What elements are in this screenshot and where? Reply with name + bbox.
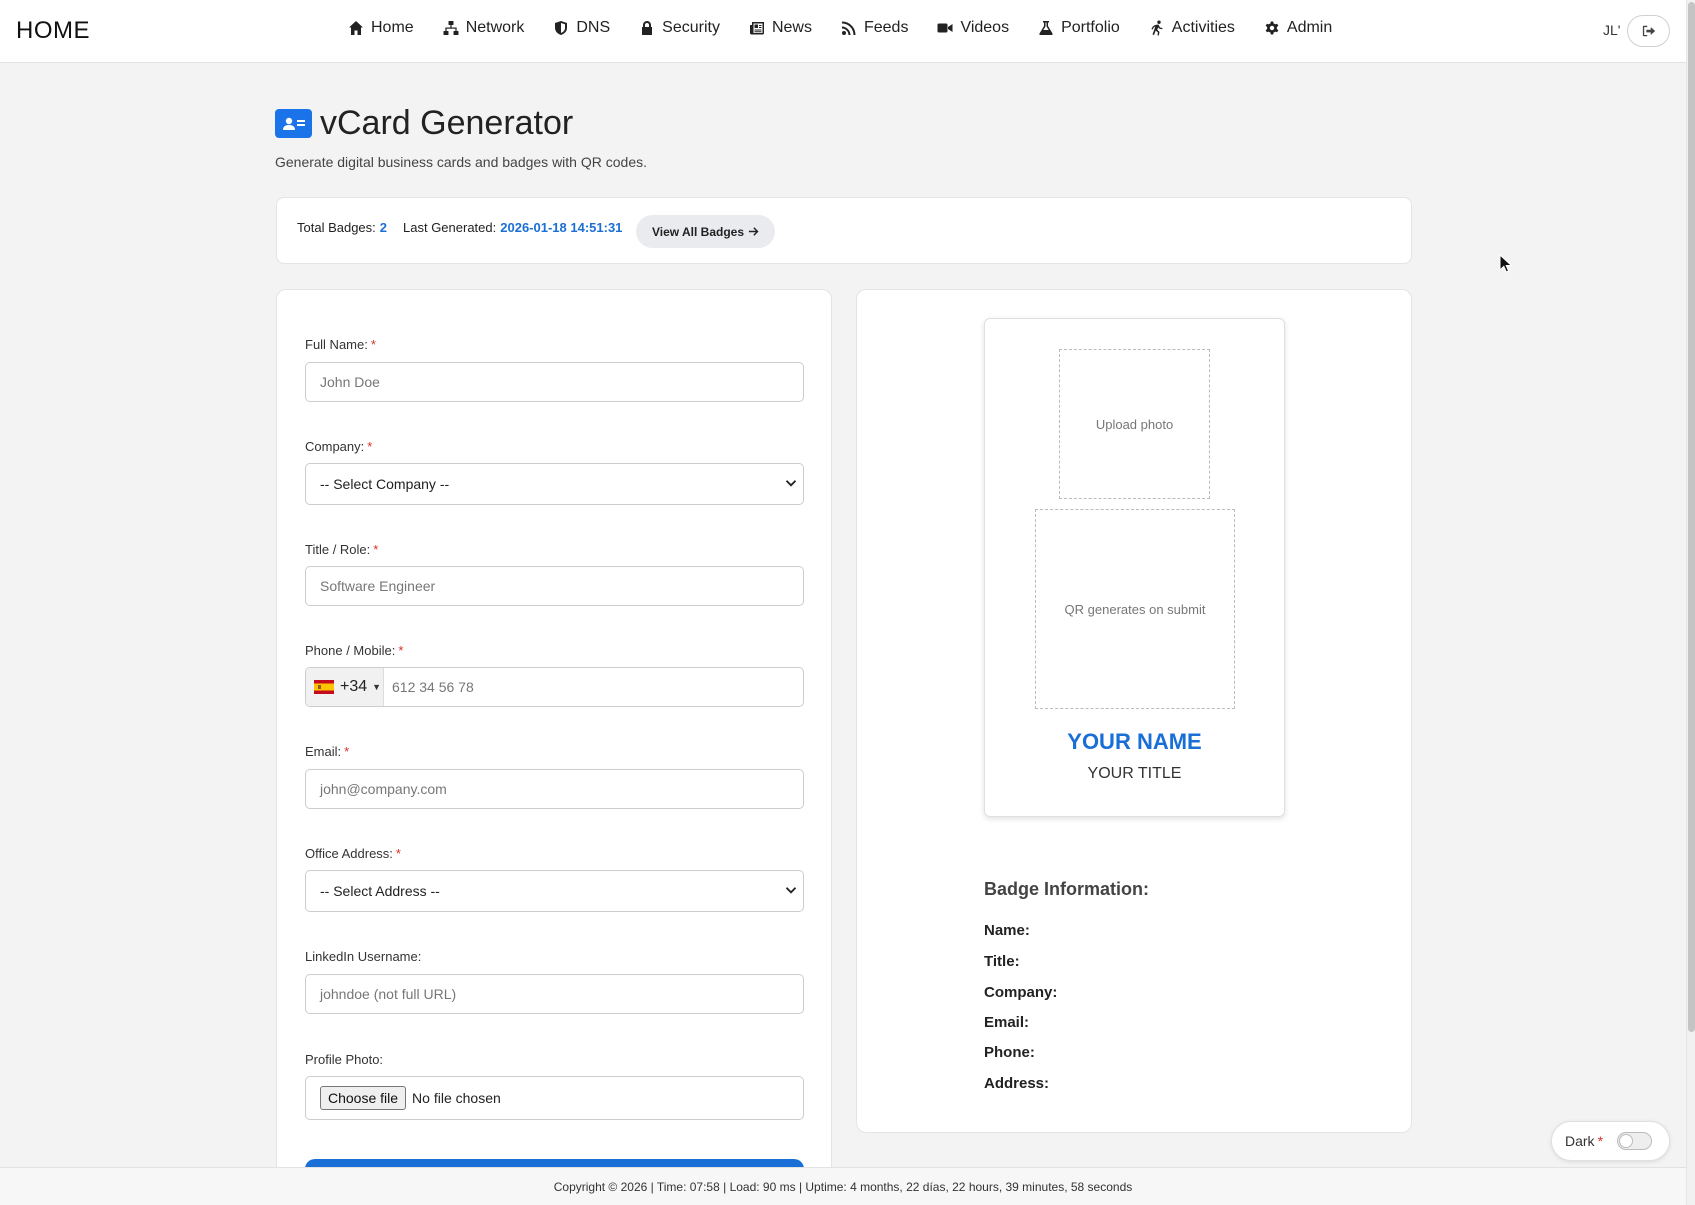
- spain-flag-icon: [314, 680, 334, 694]
- rss-icon: [840, 19, 858, 37]
- page-scrollbar[interactable]: [1686, 0, 1695, 1205]
- logout-button[interactable]: [1627, 15, 1670, 47]
- company-select[interactable]: -- Select Company --: [305, 463, 804, 505]
- country-code-selector[interactable]: +34 ▼: [306, 668, 384, 706]
- dark-mode-label: Dark: [1565, 1133, 1595, 1149]
- title-label: Title / Role: *: [305, 542, 379, 557]
- file-status: No file chosen: [412, 1090, 501, 1106]
- phone-field: +34 ▼ 612 34 56 78: [305, 667, 804, 707]
- title-input[interactable]: Software Engineer: [305, 566, 804, 606]
- info-address: Address:: [984, 1075, 1050, 1092]
- full-name-label: Full Name: *: [305, 337, 376, 352]
- nav-admin-label: Admin: [1286, 19, 1333, 36]
- choose-file-button[interactable]: Choose file: [320, 1086, 407, 1110]
- running-icon: [1148, 19, 1166, 37]
- sign-out-icon: [1642, 24, 1656, 38]
- mouse-cursor-icon: [1499, 254, 1513, 273]
- arrow-right-icon: [748, 226, 759, 237]
- full-name-input[interactable]: John Doe: [305, 362, 804, 402]
- nav-news[interactable]: News: [748, 19, 812, 37]
- chevron-down-icon: [785, 476, 797, 492]
- nav-feeds-label: Feeds: [863, 19, 909, 36]
- switch-knob: [1619, 1134, 1634, 1148]
- company-select-value: -- Select Company --: [320, 476, 450, 492]
- nav-security-label: Security: [662, 19, 720, 36]
- page-footer: Copyright © 2026 | Time: 07:58 | Load: 9…: [0, 1167, 1686, 1205]
- nav-activities[interactable]: Activities: [1148, 19, 1235, 37]
- nav-dns[interactable]: DNS: [552, 19, 610, 37]
- stats-row: Total Badges: 2 Last Generated: 2026-01-…: [297, 220, 622, 235]
- linkedin-input[interactable]: johndoe (not full URL): [305, 974, 804, 1014]
- caret-down-icon: ▼: [372, 682, 382, 692]
- page-subtitle: Generate digital business cards and badg…: [275, 154, 647, 170]
- user-initials[interactable]: JL': [1603, 22, 1620, 38]
- page-header: vCard Generator: [275, 104, 573, 143]
- network-icon: [442, 19, 460, 37]
- badge-title: YOUR TITLE: [1087, 765, 1182, 782]
- profile-photo-input: Choose file No file chosen: [305, 1076, 804, 1120]
- phone-label: Phone / Mobile: *: [305, 643, 404, 658]
- address-select[interactable]: -- Select Address --: [305, 870, 804, 912]
- address-select-value: -- Select Address --: [320, 883, 440, 899]
- total-badges-label: Total Badges:: [297, 220, 376, 235]
- dial-code: +34: [340, 678, 368, 695]
- badge-preview-card: Upload photo QR generates on submit YOUR…: [856, 289, 1412, 1133]
- video-camera-icon: [936, 19, 954, 37]
- address-label: Office Address: *: [305, 846, 401, 861]
- total-badges-value: 2: [379, 220, 388, 235]
- nav-home[interactable]: Home: [347, 19, 414, 37]
- nav-portfolio-label: Portfolio: [1061, 19, 1120, 36]
- shield-icon: [552, 19, 570, 37]
- company-label: Company: *: [305, 439, 373, 454]
- linkedin-label: LinkedIn Username:: [305, 949, 422, 964]
- main-nav: Home Network DNS Security News Feeds Vid…: [347, 19, 1360, 37]
- lock-icon: [638, 19, 656, 37]
- nav-security[interactable]: Security: [638, 19, 720, 37]
- nav-network[interactable]: Network: [442, 19, 525, 37]
- badge-name: YOUR NAME: [1067, 729, 1202, 754]
- last-generated-label: Last Generated:: [403, 220, 497, 235]
- nav-dns-label: DNS: [576, 19, 611, 36]
- nav-feeds[interactable]: Feeds: [840, 19, 908, 37]
- vcard-form: Full Name: * John Doe Company: * -- Select…: [276, 289, 832, 1205]
- nav-home-label: Home: [371, 19, 414, 36]
- info-phone: Phone:: [984, 1044, 1035, 1061]
- qr-placeholder: QR generates on submit: [1035, 509, 1235, 709]
- flask-icon: [1037, 19, 1055, 37]
- nav-news-label: News: [771, 19, 812, 36]
- nav-portfolio[interactable]: Portfolio: [1037, 19, 1120, 37]
- stats-card: Total Badges: 2 Last Generated: 2026-01-…: [276, 197, 1412, 264]
- email-label: Email: *: [305, 744, 350, 759]
- home-icon: [347, 19, 365, 37]
- nav-network-label: Network: [465, 19, 525, 36]
- photo-placeholder[interactable]: Upload photo: [1059, 349, 1210, 499]
- info-company: Company:: [984, 984, 1058, 1001]
- chevron-down-icon: [785, 883, 797, 899]
- last-generated-value: 2026-01-18 14:51:31: [500, 220, 623, 235]
- scrollbar-thumb[interactable]: [1688, 2, 1695, 1032]
- view-all-badges-label: View All Badges: [652, 224, 745, 239]
- badge-preview: Upload photo QR generates on submit YOUR…: [984, 318, 1285, 817]
- profile-photo-label: Profile Photo:: [305, 1052, 384, 1067]
- dark-mode-switch[interactable]: [1617, 1132, 1653, 1150]
- nav-admin[interactable]: Admin: [1263, 19, 1332, 37]
- newspaper-icon: [748, 19, 766, 37]
- page-title: vCard Generator: [320, 104, 574, 142]
- info-name: Name:: [984, 922, 1030, 939]
- brand-logo[interactable]: HOME: [16, 17, 90, 45]
- top-navbar: HOME Home Network DNS Security News Feed…: [0, 0, 1686, 63]
- nav-activities-label: Activities: [1171, 19, 1235, 36]
- gear-icon: [1263, 19, 1281, 37]
- dark-mode-toggle[interactable]: Dark *: [1551, 1121, 1670, 1161]
- email-input[interactable]: john@company.com: [305, 769, 804, 809]
- phone-input[interactable]: 612 34 56 78: [384, 679, 474, 695]
- id-card-icon: [275, 109, 312, 138]
- info-email: Email:: [984, 1014, 1030, 1031]
- nav-videos-label: Videos: [960, 19, 1010, 36]
- view-all-badges-button[interactable]: View All Badges: [636, 215, 776, 248]
- info-title: Title:: [984, 953, 1020, 970]
- nav-videos[interactable]: Videos: [936, 19, 1009, 37]
- badge-info-heading: Badge Information:: [984, 879, 1149, 899]
